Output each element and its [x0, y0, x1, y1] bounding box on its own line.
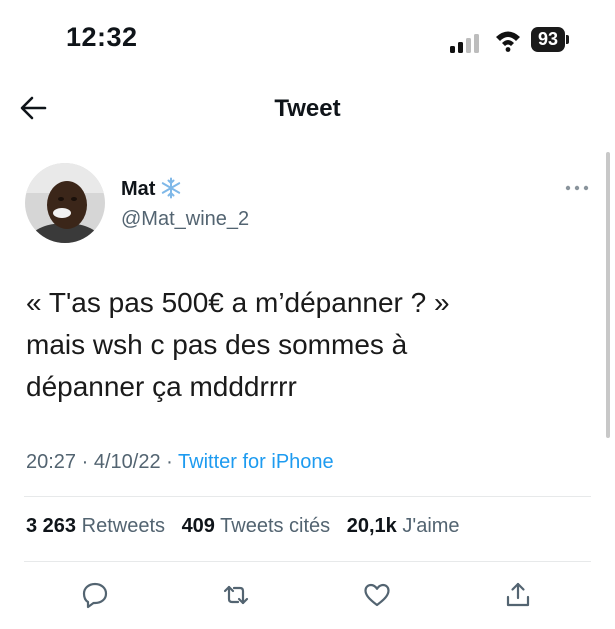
- tweet-source-link[interactable]: Twitter for iPhone: [178, 451, 334, 473]
- tweet-text-line: mais wsh c pas des sommes à: [26, 329, 408, 360]
- retweets-count: 3 263: [26, 515, 77, 537]
- battery-tip: [566, 35, 569, 44]
- retweets-label: Retweets: [81, 515, 165, 537]
- tweet-meta: 20:27 · 4/10/22 · Twitter for iPhone: [26, 451, 334, 474]
- top-bar: Tweet: [0, 80, 615, 140]
- retweets-stat[interactable]: 3 263 Retweets: [26, 515, 165, 537]
- status-time: 12:32: [66, 22, 138, 52]
- likes-label: J'aime: [402, 515, 460, 537]
- likes-stat[interactable]: 20,1k J'aime: [347, 515, 460, 537]
- battery-indicator: 93: [531, 27, 571, 52]
- tweet-text: « T'as pas 500€ a m’dépanner ? » mais ws…: [26, 282, 586, 408]
- tweet-text-line: dépanner ça mdddrrrr: [26, 371, 297, 402]
- page-title: Tweet: [274, 95, 341, 122]
- cellular-signal-icon: [450, 34, 479, 53]
- divider: [24, 496, 591, 497]
- retweet-icon[interactable]: [222, 581, 250, 609]
- wifi-icon: [496, 31, 520, 52]
- meta-separator: ·: [81, 451, 89, 473]
- tweet-date: 4/10/22: [93, 451, 161, 473]
- tweet-text-line: « T'as pas 500€ a m’dépanner ? »: [26, 287, 450, 318]
- author-name[interactable]: Mat: [121, 178, 155, 201]
- more-horizontal-icon[interactable]: [564, 183, 590, 193]
- divider: [24, 561, 591, 562]
- quote-tweets-stat[interactable]: 409 Tweets cités: [182, 515, 331, 537]
- share-icon[interactable]: [504, 581, 532, 609]
- reply-icon[interactable]: [81, 581, 109, 609]
- tweet-actions: [0, 575, 615, 615]
- scrollbar[interactable]: [606, 152, 610, 438]
- avatar[interactable]: [25, 163, 105, 243]
- battery-level: 93: [531, 27, 565, 52]
- likes-count: 20,1k: [346, 515, 397, 537]
- like-icon[interactable]: [363, 581, 391, 609]
- avatar-image: [25, 163, 105, 243]
- status-bar: 12:32 93: [0, 0, 615, 80]
- meta-separator: ·: [166, 451, 173, 473]
- quote-tweets-label: Tweets cités: [220, 515, 331, 537]
- author-handle[interactable]: @Mat_wine_2: [121, 208, 249, 231]
- quote-tweets-count: 409: [181, 515, 215, 537]
- tweet-stats: 3 263 Retweets 409 Tweets cités 20,1k J'…: [26, 515, 471, 538]
- tweet-time: 20:27: [26, 451, 77, 473]
- snowflake-icon: [161, 177, 181, 199]
